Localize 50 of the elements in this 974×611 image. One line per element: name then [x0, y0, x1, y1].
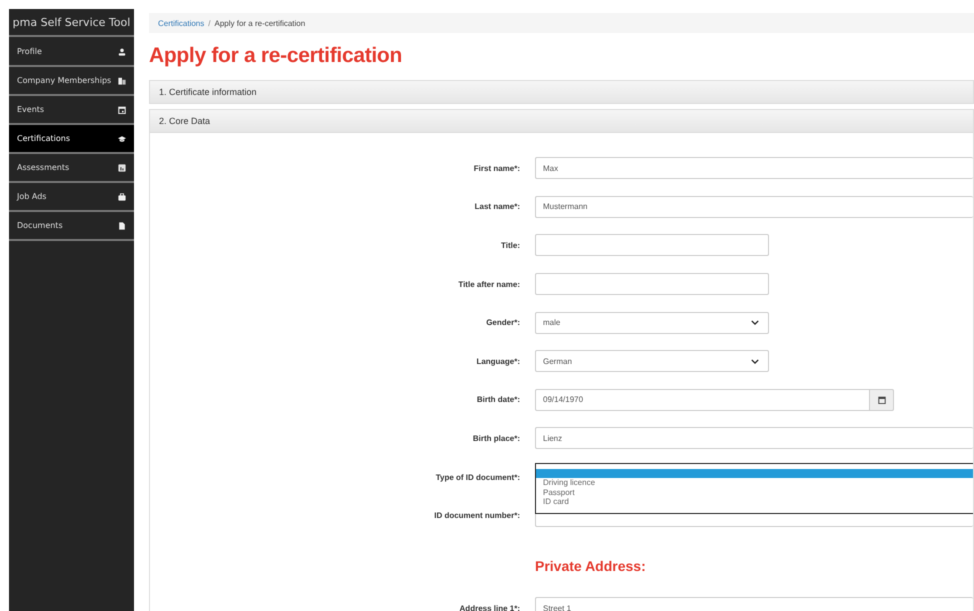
sidebar-item[interactable]: Documents [9, 212, 134, 241]
chevron-down-icon [751, 320, 759, 326]
sidebar-item[interactable]: Assessments [9, 154, 134, 183]
chevron-down-icon [751, 358, 759, 364]
accordion-panel-header[interactable]: 1. Certificate information [149, 80, 974, 104]
field-label: ID document number*: [433, 511, 520, 520]
sidebar-item[interactable]: Certifications [9, 125, 134, 154]
building-icon [118, 76, 126, 84]
page-title: Apply for a re-certification [149, 44, 403, 68]
section-heading: Private Address: [535, 558, 646, 574]
calendar-icon [118, 106, 126, 114]
field-label: Birth date*: [476, 395, 520, 404]
app-title: pma Self Service Tool [9, 9, 134, 37]
field-label: Birth place*: [472, 434, 520, 443]
accordion-panel-header[interactable]: 2. Core Data [149, 109, 974, 133]
sidebar-item[interactable]: Job Ads [9, 183, 134, 212]
breadcrumb-separator: / [208, 18, 210, 28]
input-field[interactable] [535, 273, 769, 296]
input-field[interactable] [535, 234, 769, 256]
dropdown-option[interactable]: Driving licence [536, 478, 973, 488]
input-field[interactable]: Max [535, 157, 973, 180]
breadcrumb-current: Apply for a re-certification [214, 18, 306, 28]
field-label: Address line 1*: [458, 604, 520, 611]
dropdown-option[interactable]: Passport [536, 488, 973, 498]
briefcase-icon [118, 192, 126, 200]
graduation-cap-icon [118, 134, 126, 142]
highlighted-option[interactable] [536, 469, 973, 478]
input-field[interactable]: Mustermann [535, 196, 973, 218]
input-field[interactable]: Street 1 [535, 597, 973, 611]
dropdown[interactable]: German [535, 350, 769, 372]
date-field[interactable]: 09/14/1970 [535, 388, 870, 411]
calendar-button[interactable] [870, 388, 894, 411]
person-icon [118, 48, 126, 56]
field-label: Type of ID document*: [434, 472, 520, 482]
dropdown-option[interactable]: ID card [536, 497, 973, 507]
field-label: Title after name: [457, 280, 520, 289]
field-label: Last name*: [474, 202, 520, 212]
input-field[interactable]: Lienz [535, 427, 973, 450]
field-label: Language*: [475, 356, 520, 366]
field-label: Title: [500, 240, 520, 250]
document-icon [118, 222, 126, 230]
dropdown[interactable]: male [535, 312, 769, 334]
field-label: First name*: [472, 164, 520, 173]
breadcrumb-link[interactable]: Certifications [158, 18, 204, 28]
calendar-icon [878, 396, 886, 404]
dropdown-list[interactable]: Driving licence Passport ID card [535, 463, 973, 514]
sidebar-item[interactable]: Profile [9, 38, 134, 67]
chart-icon [118, 164, 126, 172]
sidebar-item[interactable]: Company Memberships [9, 67, 134, 96]
field-label: Gender*: [485, 318, 520, 328]
